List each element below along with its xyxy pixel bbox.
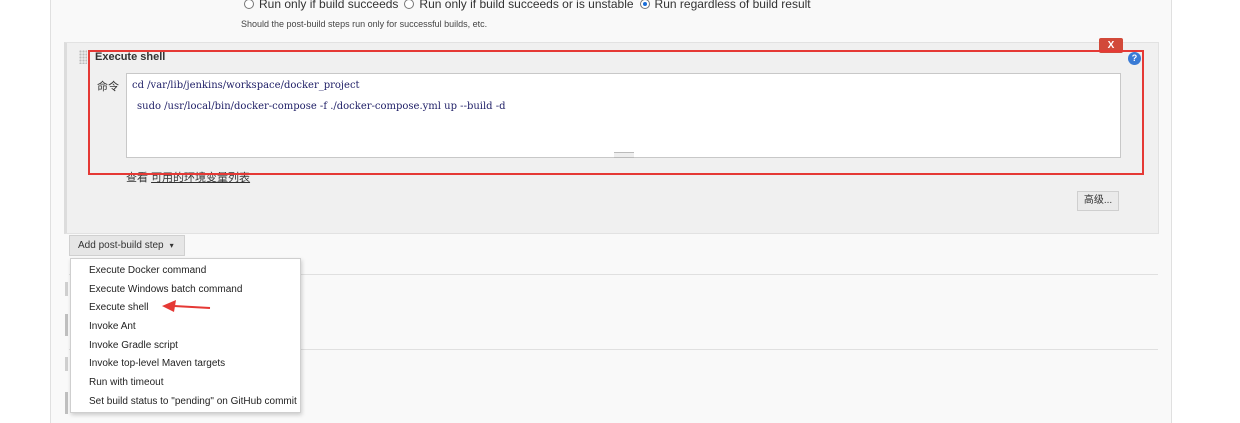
drag-handle-icon[interactable] — [79, 50, 87, 64]
menu-item-execute-windows-batch[interactable]: Execute Windows batch command — [89, 284, 242, 295]
radio-run-if-success[interactable]: Run only if build succeeds — [244, 0, 398, 11]
section-marker — [65, 282, 68, 296]
post-build-hint: Should the post-build steps run only for… — [241, 19, 488, 29]
radio-dot[interactable] — [244, 0, 254, 9]
radio-run-if-success-or-unstable[interactable]: Run only if build succeeds or is unstabl… — [404, 0, 634, 11]
add-step-label: Add post-build step — [78, 240, 164, 251]
menu-item-invoke-gradle[interactable]: Invoke Gradle script — [89, 340, 178, 351]
section-marker — [65, 357, 68, 371]
menu-item-run-with-timeout[interactable]: Run with timeout — [89, 377, 163, 388]
menu-item-set-build-status[interactable]: Set build status to "pending" on GitHub … — [89, 396, 297, 407]
advanced-button[interactable]: 高级... — [1077, 191, 1119, 211]
menu-item-execute-docker[interactable]: Execute Docker command — [89, 265, 206, 276]
add-post-build-step-button[interactable]: Add post-build step ▾ — [69, 235, 185, 256]
chevron-down-icon: ▾ — [169, 241, 174, 250]
section-marker — [65, 314, 68, 336]
post-build-step-menu: Execute Docker command Execute Windows b… — [70, 258, 301, 413]
post-build-condition-group: Run only if build succeeds Run only if b… — [244, 0, 817, 11]
menu-item-invoke-maven[interactable]: Invoke top-level Maven targets — [89, 358, 225, 369]
annotation-highlight-box — [88, 50, 1144, 175]
menu-item-execute-shell[interactable]: Execute shell — [89, 302, 148, 313]
radio-dot[interactable] — [404, 0, 415, 9]
radio-dot-selected[interactable] — [639, 0, 650, 9]
menu-item-invoke-ant[interactable]: Invoke Ant — [89, 321, 136, 332]
annotation-arrow-icon — [162, 300, 211, 312]
radio-run-regardless[interactable]: Run regardless of build result — [639, 0, 811, 11]
section-marker — [65, 392, 68, 414]
